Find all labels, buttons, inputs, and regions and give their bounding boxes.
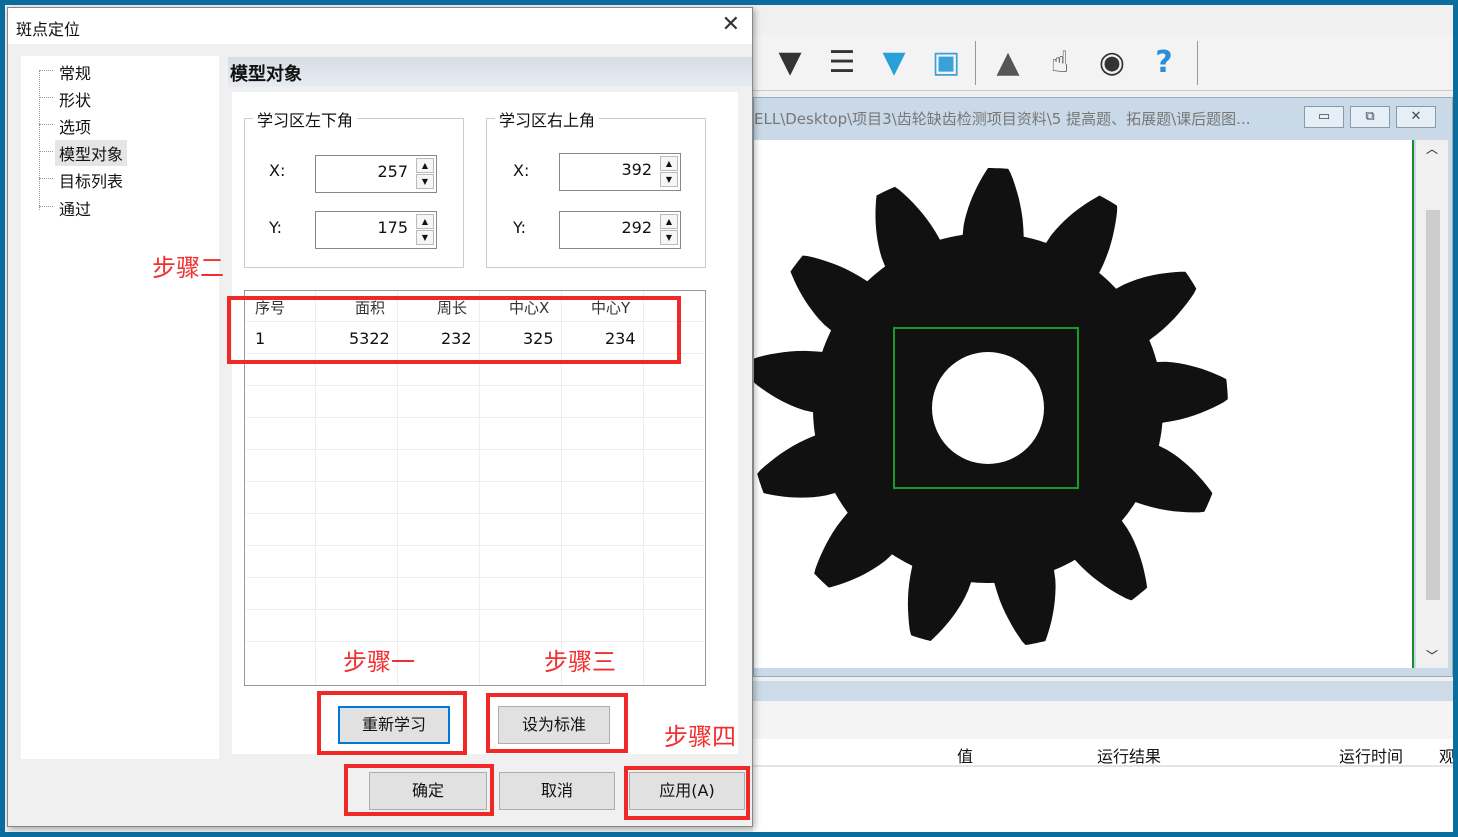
y-label: Y: [513,218,527,237]
gear-image [749,168,1228,645]
image-window: ELL\Desktop\项目3\齿轮缺齿检测项目资料\5 提高题、拓展题\课后题… [749,97,1453,677]
lock-funnel-icon[interactable]: ▼ [771,43,809,83]
col-observe[interactable]: 观 [1439,743,1453,767]
x-label: X: [269,161,286,180]
cancel-button[interactable]: 取消 [499,772,615,810]
cell-perimeter: 232 [441,329,472,348]
step2-label: 步骤二 [152,254,224,282]
cell-area: 5322 [349,329,390,348]
col-value[interactable]: 值 [957,743,973,767]
relearn-button[interactable]: 重新学习 [338,706,450,744]
blob-locate-dialog: 斑点定位 ✕ 常规 形状 选项 模型对象 目标列表 通过 模型对象 学习区左下角… [7,7,753,827]
blob-table[interactable]: 序号 面积 周长 中心X 中心Y 1 5322 232 325 234 [244,290,706,686]
scroll-down-icon[interactable]: ﹀ [1416,647,1448,664]
step3-label: 步骤三 [544,648,616,676]
col-center-y[interactable]: 中心Y [591,291,630,321]
nav-tree: 常规 形状 选项 模型对象 目标列表 通过 [21,56,219,759]
close-icon[interactable]: ✕ [722,12,740,37]
section-title: 模型对象 [228,57,752,87]
help-icon[interactable]: ? [1145,43,1183,83]
toolbar-separator [975,41,976,85]
model-object-panel: 学习区左下角 X: 257 ▲ ▼ Y: 175 ▲ ▼ 学习区右上角 X: 392 ▲ ▼… [232,92,738,754]
toolbar: ▼ ☰ ▼ ▣ ▲ ☝ ◉ ? [753,35,1453,91]
col-index[interactable]: 序号 [255,291,285,321]
col-area[interactable]: 面积 [355,291,385,321]
tree-item-general[interactable]: 常规 [55,59,95,85]
scroll-up-icon[interactable]: ︿ [1416,140,1448,157]
lower-left-y-spinner[interactable]: 175 ▲ ▼ [315,211,437,249]
restore-button[interactable]: ⧉ [1350,106,1390,128]
scroll-thumb[interactable] [1426,210,1440,600]
dialog-title: 斑点定位 ✕ [8,8,752,44]
gear-hole [932,352,1044,464]
upper-right-y-spinner[interactable]: 292 ▲ ▼ [559,211,681,249]
step4-label: 步骤四 [664,723,736,751]
tree-item-model-object[interactable]: 模型对象 [55,140,128,166]
eye-icon[interactable]: ◉ [1093,43,1131,83]
col-run-time[interactable]: 运行时间 [1339,743,1403,767]
cell-center-x: 325 [523,329,554,348]
image-window-title: ELL\Desktop\项目3\齿轮缺齿检测项目资料\5 提高题、拓展题\课后题… [754,110,1251,128]
minimize-button[interactable]: ▭ [1304,106,1344,128]
monitor-icon[interactable]: ▣ [927,43,965,83]
apply-button[interactable]: 应用(A) [629,772,745,810]
cell-index: 1 [255,329,266,348]
set-standard-button[interactable]: 设为标准 [498,706,610,744]
filter-icon[interactable]: ☰ [823,43,861,83]
tree-item-target-list[interactable]: 目标列表 [55,167,127,193]
upper-right-x-spinner[interactable]: 392 ▲ ▼ [559,153,681,191]
tree-item-shape[interactable]: 形状 [55,86,95,112]
toolbar-separator [1197,41,1198,85]
close-image-button[interactable]: ✕ [1396,106,1436,128]
x-label: X: [513,161,530,180]
step1-label: 步骤一 [343,648,415,676]
upper-right-group: 学习区右上角 X: 392 ▲ ▼ Y: 292 ▲ ▼ [486,107,706,268]
cell-center-y: 234 [605,329,636,348]
ok-button[interactable]: 确定 [369,772,487,810]
results-panel: 值 运行结果 运行时间 观 [753,681,1453,832]
vertical-scrollbar[interactable]: ︿ ﹀ [1416,140,1448,668]
col-run-result[interactable]: 运行结果 [1097,743,1161,767]
col-perimeter[interactable]: 周长 [437,291,467,321]
results-header: 值 运行结果 运行时间 观 [753,739,1453,767]
upper-right-label: 学习区右上角 [495,107,600,131]
lower-left-group: 学习区左下角 X: 257 ▲ ▼ Y: 175 ▲ ▼ [244,107,464,268]
y-label: Y: [269,218,283,237]
hand-icon[interactable]: ☝ [1041,43,1079,83]
blue-triangle-icon[interactable]: ▼ [875,43,913,83]
lower-left-label: 学习区左下角 [253,107,358,131]
col-center-x[interactable]: 中心X [509,291,549,321]
tree-item-options[interactable]: 选项 [55,113,95,139]
dialog-title-text: 斑点定位 [16,20,81,39]
image-canvas[interactable] [749,140,1414,668]
triangle-icon[interactable]: ▲ [989,43,1027,83]
tree-item-pass[interactable]: 通过 [55,195,95,221]
lower-left-x-spinner[interactable]: 257 ▲ ▼ [315,155,437,193]
